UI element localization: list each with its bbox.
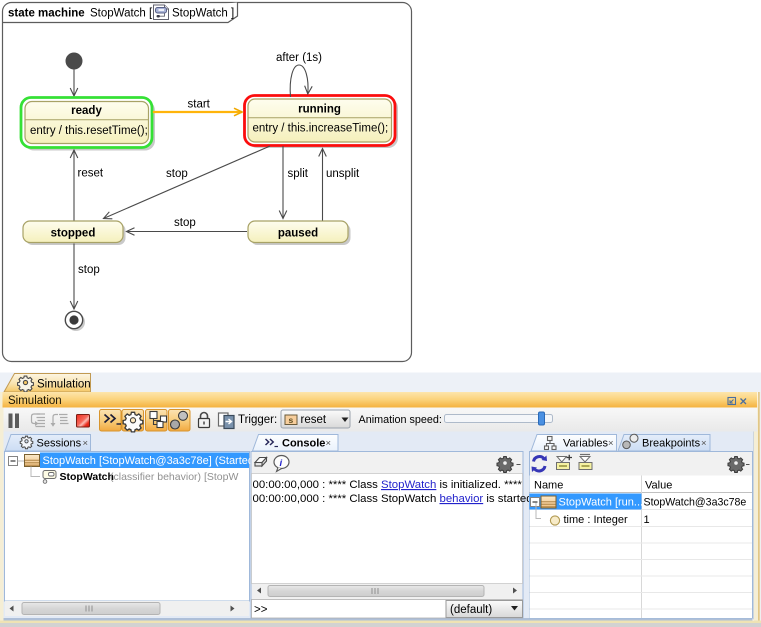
svg-text:StopWatch ]: StopWatch ] xyxy=(172,8,234,20)
svg-text:1: 1 xyxy=(644,514,650,526)
svg-text:stop: stop xyxy=(78,264,100,276)
svg-text:StopWatch@3a3c78e: StopWatch@3a3c78e xyxy=(644,497,747,509)
svg-text:Value: Value xyxy=(645,480,672,492)
svg-text:Animation speed:: Animation speed: xyxy=(359,414,442,426)
svg-text:StopWatch [: StopWatch [ xyxy=(90,8,153,20)
svg-text:Breakpoints: Breakpoints xyxy=(642,438,701,450)
svg-text:>>: >> xyxy=(254,604,268,616)
svg-text:start: start xyxy=(188,99,211,111)
svg-text:StopWatch [run...: StopWatch [run... xyxy=(559,497,644,509)
svg-text:stopped: stopped xyxy=(51,228,96,240)
svg-text:reset: reset xyxy=(301,414,327,426)
svg-text:state machine: state machine xyxy=(8,8,85,20)
svg-text:entry / this.resetTime();: entry / this.resetTime(); xyxy=(30,125,148,137)
svg-text:×: × xyxy=(83,438,89,449)
svg-text:after (1s): after (1s) xyxy=(276,52,322,64)
svg-text:Console: Console xyxy=(282,438,325,450)
svg-text:split: split xyxy=(288,168,309,180)
svg-text:time : Integer: time : Integer xyxy=(564,514,629,526)
svg-text:00:00:00,000 : **** Class Stop: 00:00:00,000 : **** Class StopWatch is i… xyxy=(253,479,523,491)
svg-text:Trigger:: Trigger: xyxy=(238,414,277,426)
svg-text:StopWatch [StopWatch@3a3c78e]: StopWatch [StopWatch@3a3c78e] (Started xyxy=(43,455,255,467)
svg-text:Variables: Variables xyxy=(563,438,609,450)
svg-text:(default): (default) xyxy=(450,604,492,616)
svg-text:stop: stop xyxy=(174,217,196,229)
svg-text:paused: paused xyxy=(278,228,318,240)
svg-text:s: s xyxy=(289,415,294,425)
svg-text:running: running xyxy=(298,104,341,116)
svg-text:i: i xyxy=(280,458,283,469)
svg-text:(classifier behavior) [StopW: (classifier behavior) [StopW xyxy=(110,471,238,483)
svg-text:Simulation: Simulation xyxy=(37,379,91,391)
svg-text:×: × xyxy=(326,438,332,449)
svg-text:reset: reset xyxy=(78,168,104,180)
svg-text:00:00:00,000 : **** Class Stop: 00:00:00,000 : **** Class StopWatch beha… xyxy=(253,493,536,505)
svg-text:StopWatch: StopWatch xyxy=(60,471,114,483)
svg-text:Simulation: Simulation xyxy=(8,395,62,407)
svg-text:stop: stop xyxy=(166,168,188,180)
svg-text:unsplit: unsplit xyxy=(326,168,360,180)
svg-text:Sessions: Sessions xyxy=(37,438,82,450)
svg-text:×: × xyxy=(608,438,614,449)
svg-text:Name: Name xyxy=(534,480,563,492)
svg-text:ready: ready xyxy=(71,105,102,117)
svg-text:×: × xyxy=(701,438,707,449)
svg-text:entry / this.increaseTime();: entry / this.increaseTime(); xyxy=(253,123,389,135)
